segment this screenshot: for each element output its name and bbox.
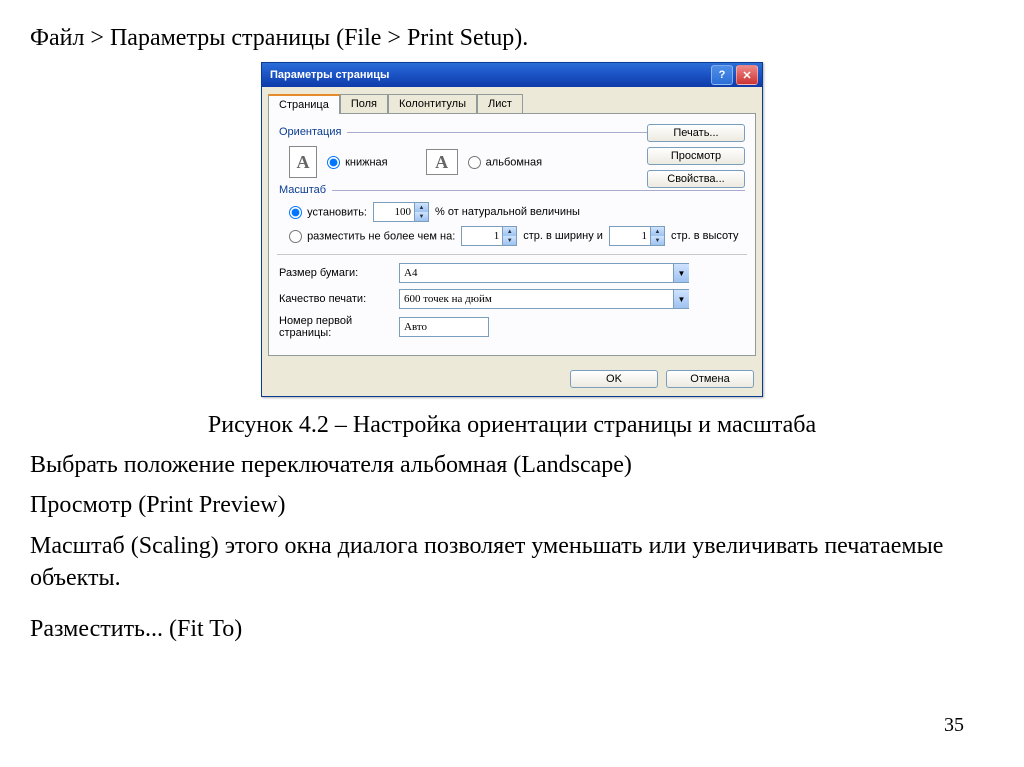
- paper-size-label: Размер бумаги:: [279, 267, 399, 279]
- titlebar: Параметры страницы ? ✕: [262, 63, 762, 87]
- dialog-container: Параметры страницы ? ✕ Страница Поля Кол…: [30, 62, 994, 397]
- fit-width-spinner[interactable]: ▲▼: [461, 226, 517, 246]
- dialog-title: Параметры страницы: [270, 69, 708, 81]
- menu-path-text: Файл > Параметры страницы (File > Print …: [30, 25, 994, 52]
- paper-size-combo[interactable]: A4 ▼: [399, 263, 689, 283]
- fit-suffix-text: стр. в высоту: [671, 230, 739, 242]
- dialog-footer: OK Отмена: [262, 362, 762, 396]
- orientation-label: Ориентация: [279, 126, 341, 138]
- tab-strip: Страница Поля Колонтитулы Лист: [262, 87, 762, 113]
- print-quality-combo[interactable]: 600 точек на дюйм ▼: [399, 289, 689, 309]
- close-button[interactable]: ✕: [736, 65, 758, 85]
- tab-margins[interactable]: Поля: [340, 94, 388, 114]
- spinner-up-icon[interactable]: ▲: [502, 227, 516, 236]
- print-button[interactable]: Печать...: [647, 124, 745, 142]
- body-text: Разместить... (Fit To): [30, 613, 994, 645]
- figure-caption: Рисунок 4.2 – Настройка ориентации стран…: [30, 412, 994, 439]
- body-text: Просмотр (Print Preview): [30, 489, 994, 521]
- options-button[interactable]: Свойства...: [647, 170, 745, 188]
- page-setup-dialog: Параметры страницы ? ✕ Страница Поля Кол…: [261, 62, 763, 397]
- ok-button[interactable]: OK: [570, 370, 658, 388]
- cancel-button[interactable]: Отмена: [666, 370, 754, 388]
- fit-mid-text: стр. в ширину и: [523, 230, 603, 242]
- tab-headers[interactable]: Колонтитулы: [388, 94, 477, 114]
- percent-suffix: % от натуральной величины: [435, 206, 580, 218]
- help-button[interactable]: ?: [711, 65, 733, 85]
- scale-fit-radio[interactable]: разместить не более чем на:: [289, 230, 455, 243]
- divider: [332, 190, 745, 191]
- spinner-down-icon[interactable]: ▼: [650, 236, 664, 245]
- scale-label: Масштаб: [279, 184, 326, 196]
- tab-panel: Печать... Просмотр Свойства... Ориентаци…: [268, 113, 756, 356]
- tab-page[interactable]: Страница: [268, 94, 340, 114]
- portrait-radio[interactable]: книжная: [327, 156, 388, 169]
- tab-sheet[interactable]: Лист: [477, 94, 523, 114]
- side-buttons: Печать... Просмотр Свойства...: [647, 124, 745, 188]
- separator: [277, 254, 747, 255]
- spinner-down-icon[interactable]: ▼: [414, 212, 428, 221]
- chevron-down-icon: ▼: [673, 264, 689, 282]
- first-page-input[interactable]: Авто: [399, 317, 489, 337]
- spinner-up-icon[interactable]: ▲: [650, 227, 664, 236]
- scale-set-radio[interactable]: установить:: [289, 206, 367, 219]
- landscape-icon: A: [426, 149, 458, 175]
- preview-button[interactable]: Просмотр: [647, 147, 745, 165]
- first-page-label: Номер первой страницы:: [279, 315, 399, 339]
- portrait-icon: A: [289, 146, 317, 178]
- spinner-up-icon[interactable]: ▲: [414, 203, 428, 212]
- landscape-radio[interactable]: альбомная: [468, 156, 542, 169]
- scale-block: установить: ▲▼ % от натуральной величины…: [289, 202, 745, 246]
- body-text: Выбрать положение переключателя альбомна…: [30, 449, 994, 481]
- quality-label: Качество печати:: [279, 293, 399, 305]
- fit-height-spinner[interactable]: ▲▼: [609, 226, 665, 246]
- body-text: Масштаб (Scaling) этого окна диалога поз…: [30, 530, 994, 595]
- spinner-down-icon[interactable]: ▼: [502, 236, 516, 245]
- page-number: 35: [944, 714, 964, 737]
- percent-spinner[interactable]: ▲▼: [373, 202, 429, 222]
- chevron-down-icon: ▼: [673, 290, 689, 308]
